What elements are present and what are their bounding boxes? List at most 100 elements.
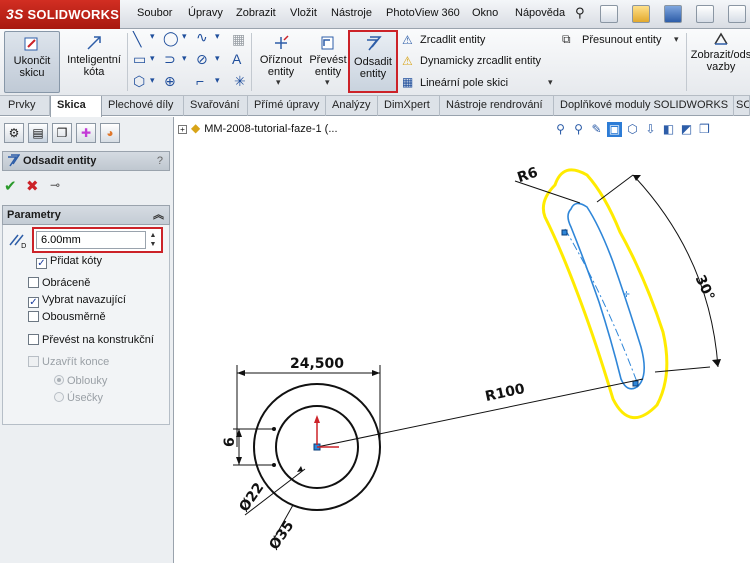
dropdown-icon[interactable]: ▾: [150, 75, 155, 86]
solidworks-logo[interactable]: 3S SOLIDWORKS: [0, 0, 120, 29]
circle-tool-icon[interactable]: ◯: [163, 30, 179, 47]
print-icon[interactable]: [696, 5, 714, 23]
linear-pattern-button[interactable]: Lineární pole skici: [420, 77, 508, 89]
line-tool-icon[interactable]: ╲: [133, 31, 141, 48]
menu-help[interactable]: Nápověda: [515, 7, 565, 19]
tab-dimxpert[interactable]: DimXpert: [378, 96, 440, 116]
dimension-r6[interactable]: R6: [515, 165, 539, 187]
dropdown-icon[interactable]: ▾: [548, 77, 553, 88]
exit-sketch-button[interactable]: Ukončit skicu: [4, 31, 60, 93]
open-folder-icon[interactable]: [632, 5, 650, 23]
cancel-x-icon[interactable]: ✖: [26, 177, 39, 195]
dimension-diameter-22[interactable]: Ø22: [236, 480, 267, 515]
cap-ends-checkbox[interactable]: Uzavřít konce: [28, 356, 109, 368]
dimxpert-tab-icon[interactable]: ✚: [76, 123, 96, 143]
slot-tool-icon[interactable]: ⊃: [164, 51, 176, 68]
parameters-group-header[interactable]: Parametry ︽: [2, 205, 170, 225]
cap-ends-check[interactable]: [28, 356, 39, 367]
dropdown-icon[interactable]: ▾: [215, 31, 220, 42]
sketch-canvas[interactable]: ✛ R6 30° R100 24,500 6 Ø22 Ø35: [175, 117, 750, 563]
dynamic-mirror-button[interactable]: Dynamicky zrcadlit entity: [420, 55, 541, 67]
make-construction-checkbox[interactable]: Převést na konstrukční: [28, 334, 154, 346]
reverse-checkbox[interactable]: Obráceně: [28, 277, 90, 289]
tab-weldments[interactable]: Svařování: [184, 96, 248, 116]
reverse-check[interactable]: [28, 277, 39, 288]
display-relations-button[interactable]: Zobrazit/ods vazby: [690, 31, 750, 73]
dropdown-icon[interactable]: ▾: [674, 34, 679, 45]
select-chain-checkbox[interactable]: ✓ Vybrat navazující: [28, 294, 126, 308]
tab-sketch[interactable]: Skica: [50, 96, 102, 117]
sketch-point[interactable]: [561, 229, 568, 236]
spline-tool-icon[interactable]: ∿: [196, 29, 208, 46]
help-button[interactable]: ?: [157, 152, 163, 170]
save-icon[interactable]: [664, 5, 682, 23]
tab-direct-editing[interactable]: Přímé úpravy: [248, 96, 326, 116]
appearance-tab-icon[interactable]: ◕: [100, 123, 120, 143]
bidirectional-check[interactable]: [28, 311, 39, 322]
dropdown-icon[interactable]: ▾: [276, 77, 281, 88]
menu-photoview[interactable]: PhotoView 360: [386, 7, 460, 19]
property-manager-tab-icon[interactable]: ▤: [28, 123, 48, 143]
menu-view[interactable]: Zobrazit: [236, 7, 276, 19]
grid-tool-icon[interactable]: ▦: [232, 31, 245, 48]
smart-dimension-button[interactable]: Inteligentní kóta: [64, 34, 124, 78]
select-chain-check[interactable]: ✓: [28, 297, 39, 308]
offset-entities-button[interactable]: Odsadit entity: [348, 30, 398, 93]
tab-addins[interactable]: Doplňkové moduly SOLIDWORKS: [554, 96, 734, 116]
dropdown-icon[interactable]: ▾: [215, 75, 220, 86]
convert-entities-button[interactable]: Převést entity: [308, 34, 348, 78]
dimension-diameter-35[interactable]: Ø35: [266, 518, 297, 553]
tab-more[interactable]: SC: [734, 96, 750, 116]
undo-icon[interactable]: [728, 5, 746, 23]
dropdown-icon[interactable]: ▾: [325, 77, 330, 88]
construction-tool-icon[interactable]: ✳: [234, 73, 246, 90]
menu-window[interactable]: Okno: [472, 7, 498, 19]
fillet-tool-icon[interactable]: ⌐: [196, 73, 204, 89]
distance-spinner[interactable]: ▲ ▼: [147, 231, 159, 249]
make-construction-check[interactable]: [28, 334, 39, 345]
dimension-24500[interactable]: 24,500: [290, 356, 344, 372]
mirror-entities-button[interactable]: Zrcadlit entity: [420, 34, 485, 46]
cap-lines-radio[interactable]: Úsečky: [54, 392, 103, 404]
dropdown-icon[interactable]: ▾: [215, 53, 220, 64]
cap-arcs-radio[interactable]: Oblouky: [54, 375, 107, 387]
menu-tools[interactable]: Nástroje: [331, 7, 372, 19]
text-tool-icon[interactable]: A: [232, 51, 241, 67]
dropdown-icon[interactable]: ▾: [150, 53, 155, 64]
configuration-tab-icon[interactable]: ❐: [52, 123, 72, 143]
add-dimensions-checkbox[interactable]: ✓ Přidat kóty: [36, 255, 102, 269]
menu-edit[interactable]: Úpravy: [188, 7, 223, 19]
menu-insert[interactable]: Vložit: [290, 7, 317, 19]
dropdown-icon[interactable]: ▾: [182, 31, 187, 42]
new-document-icon[interactable]: [600, 5, 618, 23]
dimension-r100[interactable]: R100: [484, 381, 527, 405]
ok-check-icon[interactable]: ✔: [4, 177, 17, 195]
dropdown-icon[interactable]: ▾: [150, 31, 155, 42]
dimension-angle[interactable]: 30°: [692, 273, 718, 304]
collapse-chevron-icon[interactable]: ︽: [153, 206, 164, 224]
tab-sheet-metal[interactable]: Plechové díly: [102, 96, 184, 116]
pushpin-icon[interactable]: ⊸: [50, 178, 60, 192]
lines-radio-button[interactable]: [54, 392, 64, 402]
dimension-6[interactable]: 6: [222, 437, 238, 447]
ellipse-tool-icon[interactable]: ⊘: [196, 51, 208, 68]
pin-icon[interactable]: ⚲: [575, 5, 593, 23]
move-entities-button[interactable]: Přesunout entity: [582, 34, 662, 46]
arcs-radio-button[interactable]: [54, 375, 64, 385]
menu-file[interactable]: Soubor: [137, 7, 172, 19]
tab-features[interactable]: Prvky: [2, 96, 50, 116]
bidirectional-checkbox[interactable]: Obousměrně: [28, 311, 106, 323]
sketch-point[interactable]: [632, 380, 639, 387]
tab-render-tools[interactable]: Nástroje rendrování: [440, 96, 554, 116]
rectangle-tool-icon[interactable]: ▭: [133, 51, 146, 68]
offset-distance-input[interactable]: [36, 231, 146, 249]
add-dimensions-check[interactable]: ✓: [36, 258, 47, 269]
feature-tree-tab-icon[interactable]: ⚙: [4, 123, 24, 143]
trim-entities-button[interactable]: Oříznout entity: [255, 34, 307, 78]
polygon-tool-icon[interactable]: ⬡: [133, 73, 145, 90]
origin-arrow: [314, 415, 320, 423]
offset-selection-outline[interactable]: [541, 168, 669, 420]
tab-evaluate[interactable]: Analýzy: [326, 96, 378, 116]
dropdown-icon[interactable]: ▾: [182, 53, 187, 64]
point-tool-icon[interactable]: ⊕: [164, 73, 176, 90]
